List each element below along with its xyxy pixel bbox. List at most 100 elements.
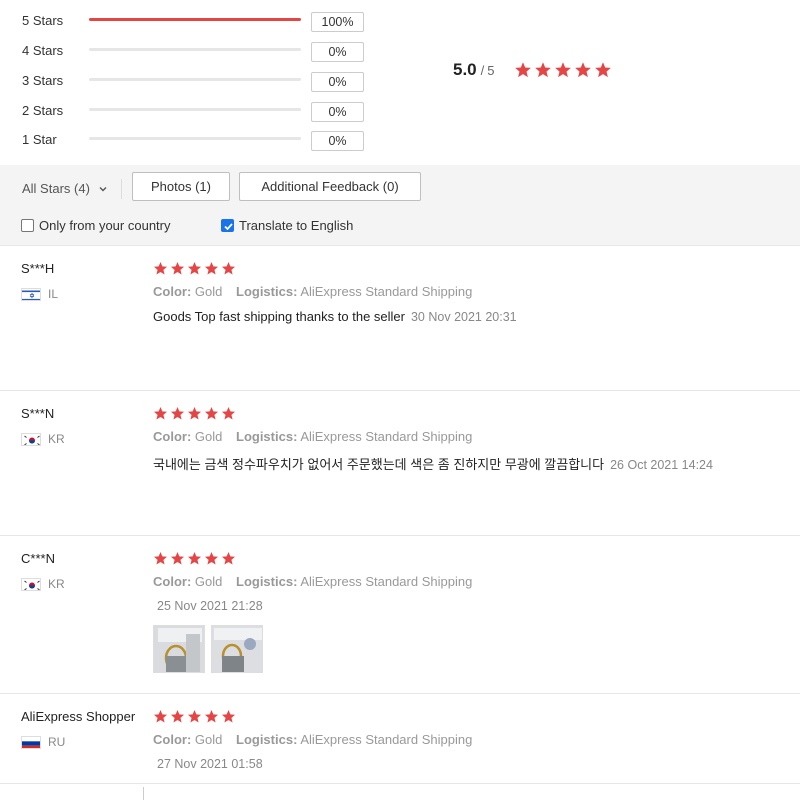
photos-filter-button[interactable]: Photos (1) [132, 172, 230, 201]
country-code: KR [48, 577, 65, 591]
review-photo-thumbnail[interactable] [153, 625, 205, 673]
review-text: 국내에는 금색 정수파우치가 없어서 주문했는데 색은 좀 진하지만 무광에 깔… [153, 457, 605, 472]
color-value: Gold [194, 732, 223, 747]
checkbox-box[interactable] [221, 219, 234, 232]
score-separator: / [480, 63, 485, 78]
logistics-value: AliExpress Standard Shipping [300, 429, 473, 444]
photo-image [212, 626, 262, 672]
star-icon [154, 552, 167, 565]
review-stars [153, 551, 238, 566]
star-icon [171, 552, 184, 565]
star-icon [222, 407, 235, 420]
country-code: RU [48, 735, 66, 749]
reviewer-country: KR [21, 432, 65, 446]
star-icon [222, 262, 235, 275]
average-score: 5.0 / 5 [453, 60, 495, 80]
logistics-label: Logistics: [236, 284, 298, 299]
review-text: Goods Top fast shipping thanks to the se… [153, 309, 405, 324]
star-icon [515, 62, 531, 78]
rating-row-label: 1 Star [22, 132, 57, 147]
review-meta: Color: Gold Logistics: AliExpress Standa… [153, 574, 472, 589]
flag-ru-icon [21, 735, 41, 749]
rating-bar [89, 108, 301, 111]
rating-percent: 0% [311, 42, 364, 62]
average-stars [514, 61, 614, 79]
star-icon [222, 552, 235, 565]
flag-kr-icon [21, 432, 41, 446]
translate-label: Translate to English [239, 218, 354, 233]
rating-row-1[interactable]: 1 Star 0% [0, 122, 420, 152]
rating-row-3[interactable]: 3 Stars 0% [0, 63, 420, 93]
color-label: Color: [153, 732, 192, 747]
reviewer-country: KR [21, 577, 65, 591]
flag-kr-icon [21, 577, 41, 591]
star-icon [595, 62, 611, 78]
filter-bar: All Stars (4) Photos (1) Additional Feed… [0, 165, 800, 245]
review-date: 27 Nov 2021 01:58 [157, 757, 263, 771]
translate-checkbox[interactable]: Translate to English [221, 218, 353, 233]
review-item: S***H IL Color: Gold Logistics: AliExpre… [0, 245, 800, 390]
logistics-label: Logistics: [236, 574, 298, 589]
color-value: Gold [194, 429, 223, 444]
rating-bar [89, 78, 301, 81]
star-icon [154, 262, 167, 275]
divider [143, 787, 144, 800]
star-icon [154, 710, 167, 723]
logistics-value: AliExpress Standard Shipping [300, 574, 473, 589]
star-icon [205, 552, 218, 565]
star-icon [205, 262, 218, 275]
logistics-value: AliExpress Standard Shipping [300, 284, 473, 299]
check-icon [224, 223, 233, 231]
rating-histogram: 5 Stars 100% 4 Stars 0% 3 Stars 0% 2 Sta… [0, 0, 800, 160]
star-icon [171, 710, 184, 723]
review-date: 30 Nov 2021 20:31 [410, 310, 517, 324]
review-meta: Color: Gold Logistics: AliExpress Standa… [153, 429, 472, 444]
only-country-checkbox[interactable]: Only from your country [21, 218, 171, 233]
rating-row-label: 2 Stars [22, 103, 64, 118]
logistics-label: Logistics: [236, 429, 298, 444]
chevron-down-icon [99, 186, 107, 191]
rating-percent: 100% [311, 12, 364, 32]
rating-row-label: 5 Stars [22, 13, 64, 28]
rating-row-5[interactable]: 5 Stars 100% [0, 3, 420, 33]
rating-row-label: 4 Stars [22, 43, 64, 58]
review-item: S***N KR Color: Gold Logistics: AliExpre… [0, 390, 800, 535]
star-icon [154, 407, 167, 420]
all-stars-dropdown[interactable]: All Stars (4) [22, 181, 108, 196]
country-code: IL [48, 287, 59, 301]
review-photos [153, 625, 269, 673]
checkbox-box[interactable] [21, 219, 34, 232]
rating-bar-fill [89, 18, 301, 21]
star-icon [188, 710, 201, 723]
color-value: Gold [194, 284, 223, 299]
review-item: C***N KR Color: Gold Logistics: AliExpre… [0, 535, 800, 693]
star-icon [188, 407, 201, 420]
star-icon [575, 62, 591, 78]
rating-percent: 0% [311, 131, 364, 151]
review-photo-thumbnail[interactable] [211, 625, 263, 673]
review-item [0, 783, 800, 800]
logistics-value: AliExpress Standard Shipping [300, 732, 473, 747]
rating-percent: 0% [311, 72, 364, 92]
review-stars [153, 406, 238, 421]
review-meta: Color: Gold Logistics: AliExpress Standa… [153, 284, 472, 299]
divider [121, 179, 122, 199]
reviewer-name: S***H [21, 261, 55, 276]
rating-bar [89, 137, 301, 140]
review-body: 국내에는 금색 정수파우치가 없어서 주문했는데 색은 좀 진하지만 무광에 깔… [153, 454, 713, 473]
photo-image [154, 626, 204, 672]
additional-feedback-button[interactable]: Additional Feedback (0) [239, 172, 421, 201]
review-stars [153, 261, 238, 276]
reviewer-country: RU [21, 735, 65, 749]
rating-row-2[interactable]: 2 Stars 0% [0, 93, 420, 123]
review-date: 26 Oct 2021 14:24 [610, 458, 713, 472]
review-item: AliExpress Shopper RU Color: Gold Logist… [0, 693, 800, 783]
score-max: 5 [487, 63, 495, 78]
star-icon [188, 552, 201, 565]
review-body: Goods Top fast shipping thanks to the se… [153, 309, 517, 324]
reviewer-name: C***N [21, 551, 55, 566]
review-date: 25 Nov 2021 21:28 [157, 599, 263, 613]
rating-row-4[interactable]: 4 Stars 0% [0, 33, 420, 63]
star-icon [171, 407, 184, 420]
star-icon [205, 710, 218, 723]
